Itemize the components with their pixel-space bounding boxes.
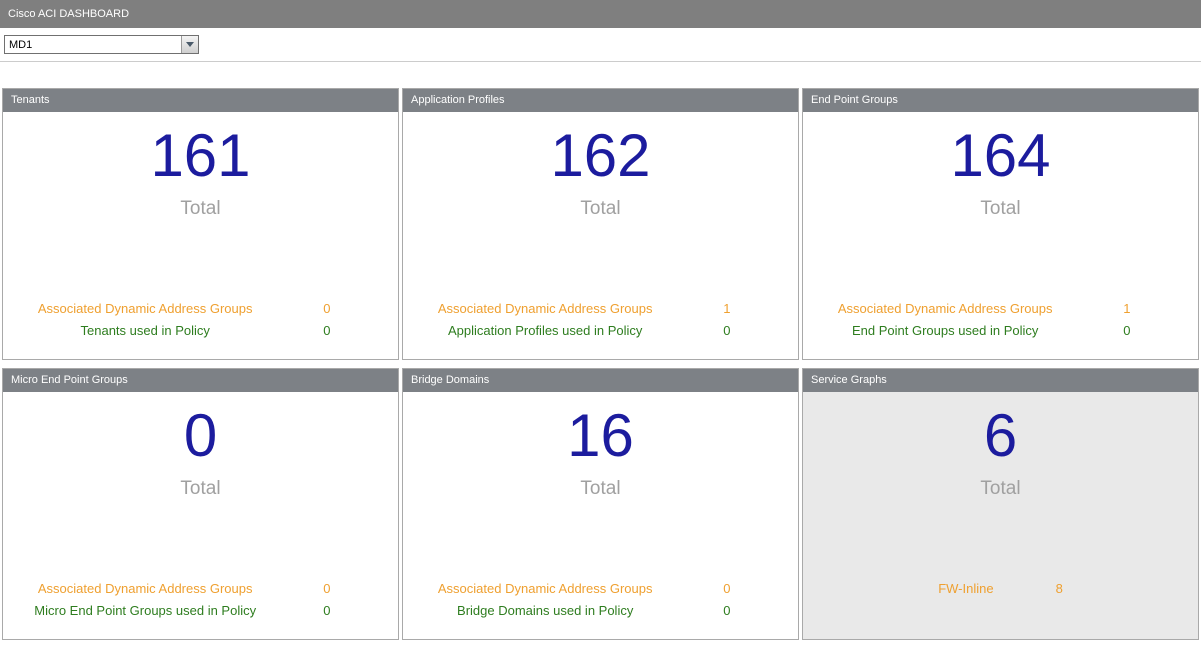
metric-rows: FW-Inline 8 (803, 577, 1198, 639)
metric-label: Associated Dynamic Address Groups (403, 301, 687, 316)
metric-value: 0 (287, 603, 366, 618)
card-body: 0 Total Associated Dynamic Address Group… (3, 392, 398, 639)
card-end-point-groups[interactable]: End Point Groups 164 Total Associated Dy… (802, 88, 1199, 360)
metric-row-used-in-policy: Application Profiles used in Policy 0 (403, 319, 798, 341)
metric-value: 1 (687, 301, 766, 316)
card-body: 161 Total Associated Dynamic Address Gro… (3, 112, 398, 359)
fabric-dropdown[interactable]: MD1 (4, 35, 199, 54)
card-title: End Point Groups (803, 89, 1198, 112)
metric-value: 1 (1087, 301, 1166, 316)
metric-label: Associated Dynamic Address Groups (3, 301, 287, 316)
card-body: 164 Total Associated Dynamic Address Gro… (803, 112, 1198, 359)
metric-value: 0 (1087, 323, 1166, 338)
metric-row-used-in-policy: Tenants used in Policy 0 (3, 319, 398, 341)
metric-value: 0 (687, 603, 766, 618)
metric-value: 0 (687, 581, 766, 596)
total-label: Total (3, 198, 398, 220)
card-title: Tenants (3, 89, 398, 112)
metric-row-associated-groups: Associated Dynamic Address Groups 1 (803, 297, 1198, 319)
metric-row-used-in-policy: End Point Groups used in Policy 0 (803, 319, 1198, 341)
toolbar: MD1 (0, 28, 1201, 62)
app-title: Cisco ACI DASHBOARD (8, 8, 129, 20)
metric-rows: Associated Dynamic Address Groups 0 Micr… (3, 577, 398, 639)
card-body: 6 Total FW-Inline 8 (803, 392, 1198, 639)
card-application-profiles[interactable]: Application Profiles 162 Total Associate… (402, 88, 799, 360)
card-title: Bridge Domains (403, 369, 798, 392)
card-service-graphs[interactable]: Service Graphs 6 Total FW-Inline 8 (802, 368, 1199, 640)
metric-label: Associated Dynamic Address Groups (3, 581, 287, 596)
total-count: 16 (403, 406, 798, 466)
metric-rows: Associated Dynamic Address Groups 1 End … (803, 297, 1198, 359)
card-title: Application Profiles (403, 89, 798, 112)
metric-row-used-in-policy: Bridge Domains used in Policy 0 (403, 599, 798, 621)
card-body: 162 Total Associated Dynamic Address Gro… (403, 112, 798, 359)
metric-label: End Point Groups used in Policy (803, 323, 1087, 338)
card-title: Service Graphs (803, 369, 1198, 392)
card-tenants[interactable]: Tenants 161 Total Associated Dynamic Add… (2, 88, 399, 360)
metric-value: 0 (287, 301, 366, 316)
metric-label: Micro End Point Groups used in Policy (3, 603, 287, 618)
metric-value: 0 (287, 323, 366, 338)
metric-label: Associated Dynamic Address Groups (403, 581, 687, 596)
metric-row-fw-inline: FW-Inline 8 (803, 577, 1198, 599)
metric-label: FW-Inline (938, 581, 993, 596)
metric-label: Application Profiles used in Policy (403, 323, 687, 338)
total-label: Total (803, 478, 1198, 500)
card-body: 16 Total Associated Dynamic Address Grou… (403, 392, 798, 639)
total-count: 164 (803, 126, 1198, 186)
total-label: Total (403, 198, 798, 220)
total-label: Total (403, 478, 798, 500)
metric-row-associated-groups: Associated Dynamic Address Groups 0 (3, 577, 398, 599)
dashboard-grid: Tenants 161 Total Associated Dynamic Add… (0, 62, 1201, 640)
total-count: 6 (803, 406, 1198, 466)
metric-label: Tenants used in Policy (3, 323, 287, 338)
card-title: Micro End Point Groups (3, 369, 398, 392)
metric-row-associated-groups: Associated Dynamic Address Groups 0 (403, 577, 798, 599)
spacer (803, 599, 1198, 621)
metric-row-associated-groups: Associated Dynamic Address Groups 1 (403, 297, 798, 319)
metric-row-associated-groups: Associated Dynamic Address Groups 0 (3, 297, 398, 319)
total-count: 0 (3, 406, 398, 466)
fabric-dropdown-value: MD1 (5, 36, 181, 53)
total-count: 162 (403, 126, 798, 186)
metric-rows: Associated Dynamic Address Groups 0 Brid… (403, 577, 798, 639)
metric-value: 0 (687, 323, 766, 338)
metric-rows: Associated Dynamic Address Groups 0 Tena… (3, 297, 398, 359)
chevron-down-icon[interactable] (181, 36, 198, 53)
metric-row-used-in-policy: Micro End Point Groups used in Policy 0 (3, 599, 398, 621)
metric-rows: Associated Dynamic Address Groups 1 Appl… (403, 297, 798, 359)
metric-value: 8 (1056, 581, 1063, 596)
app-header: Cisco ACI DASHBOARD (0, 0, 1201, 28)
total-label: Total (803, 198, 1198, 220)
total-label: Total (3, 478, 398, 500)
metric-label: Bridge Domains used in Policy (403, 603, 687, 618)
card-micro-end-point-groups[interactable]: Micro End Point Groups 0 Total Associate… (2, 368, 399, 640)
total-count: 161 (3, 126, 398, 186)
metric-value: 0 (287, 581, 366, 596)
metric-label: Associated Dynamic Address Groups (803, 301, 1087, 316)
card-bridge-domains[interactable]: Bridge Domains 16 Total Associated Dynam… (402, 368, 799, 640)
